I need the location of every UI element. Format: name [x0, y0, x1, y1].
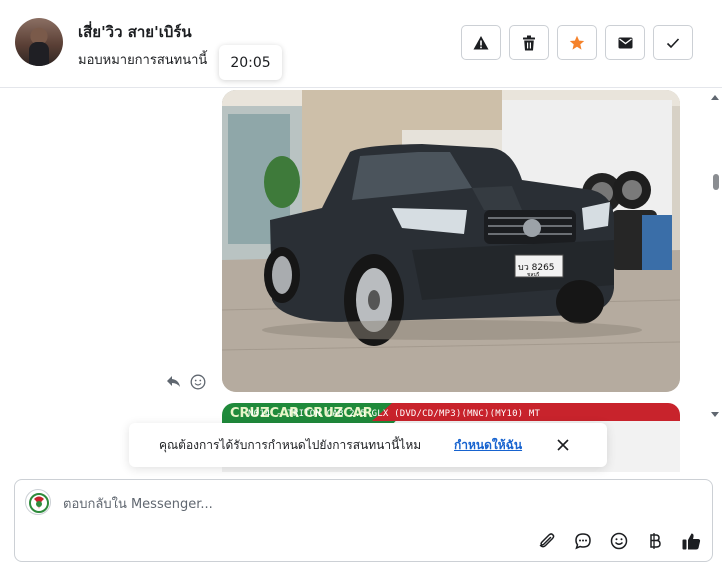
reminder-text: คุณต้องการได้รับการกำหนดไปยังการสนทนานี้…	[159, 438, 422, 452]
assign-conversation-label[interactable]: มอบหมายการสนทนานี้	[78, 49, 220, 70]
assign-to-me-link[interactable]: กำหนดให้ฉัน	[454, 436, 522, 455]
envelope-icon	[618, 37, 632, 48]
emoji-button[interactable]	[607, 529, 631, 553]
trash-icon	[523, 35, 535, 50]
reminder-close-button[interactable]	[554, 436, 572, 454]
saved-replies-button[interactable]	[571, 529, 595, 553]
truck-photo: บว 8265 ชลบุรี	[222, 90, 680, 392]
mark-unread-button[interactable]	[605, 25, 645, 60]
paperclip-icon	[539, 533, 555, 548]
delete-button[interactable]	[509, 25, 549, 60]
report-button[interactable]	[461, 25, 501, 60]
attach-file-button[interactable]	[535, 529, 559, 553]
chat-scrollbar[interactable]	[708, 88, 722, 472]
image-caption: N014 - TRITON CAB 2.5 GLX (DVD/CD/MP3)(M…	[248, 409, 541, 419]
payment-button[interactable]	[643, 529, 667, 553]
check-icon	[666, 37, 680, 48]
reply-input[interactable]	[63, 494, 683, 514]
assign-reminder-toast: คุณต้องการได้รับการกำหนดไปยังการสนทนานี้…	[129, 423, 607, 467]
shared-photo-pickup-truck[interactable]: บว 8265 ชลบุรี	[222, 90, 680, 392]
message-actions	[166, 374, 206, 390]
message-thread[interactable]: บว 8265 ชลบุรี CRUZCAR CRUZCAR N014 - TR…	[0, 88, 722, 472]
emoji-icon	[610, 532, 628, 550]
page-logo-avatar	[25, 489, 51, 515]
time-tooltip: 20:05	[219, 45, 282, 80]
like-send-button[interactable]	[679, 529, 703, 553]
mark-done-button[interactable]	[653, 25, 693, 60]
close-icon	[557, 439, 569, 451]
conversation-header: เสี่ย'วิว สาย'เบิร์น มอบหมายการสนทนานี้ …	[0, 0, 722, 88]
scroll-down-icon[interactable]	[708, 410, 722, 420]
reply-composer	[14, 479, 713, 562]
contact-name[interactable]: เสี่ย'วิว สาย'เบิร์น	[78, 20, 192, 44]
avatar[interactable]	[15, 18, 63, 66]
scroll-thumb[interactable]	[713, 174, 719, 190]
baht-icon	[650, 533, 661, 549]
scroll-up-icon[interactable]	[708, 92, 722, 102]
star-button[interactable]	[557, 25, 597, 60]
alert-triangle-icon	[473, 35, 489, 49]
page-logo-icon	[29, 493, 49, 513]
star-icon	[569, 35, 585, 50]
chat-bubble-icon	[575, 533, 591, 550]
reply-icon[interactable]	[166, 375, 182, 389]
thumbs-up-icon	[682, 533, 700, 550]
plate-province: ชลบุรี	[527, 271, 540, 278]
emoji-react-icon[interactable]	[190, 374, 206, 390]
